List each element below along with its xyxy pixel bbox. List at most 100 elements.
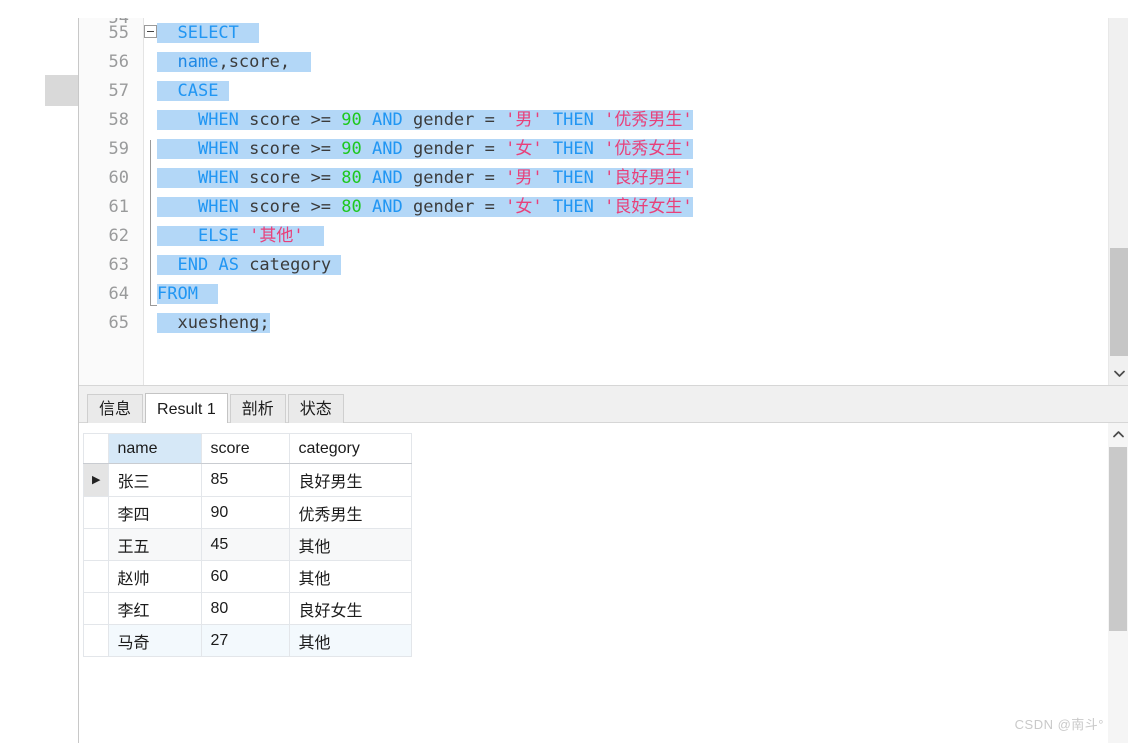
row-header-cell[interactable] bbox=[82, 592, 110, 625]
row-header-corner bbox=[82, 433, 110, 464]
code-token: THEN bbox=[552, 168, 594, 188]
code-token: score bbox=[238, 168, 311, 188]
cell-name[interactable]: 马奇 bbox=[108, 624, 203, 657]
column-header-score[interactable]: score bbox=[201, 433, 291, 464]
code-line[interactable]: 60 WHEN score >= 80 AND gender = '男' THE… bbox=[79, 164, 1128, 193]
table-row[interactable]: 李四 90 优秀男生 bbox=[82, 496, 413, 529]
cell-name[interactable]: 李四 bbox=[108, 496, 203, 529]
code-token: ELSE bbox=[197, 226, 239, 246]
code-token bbox=[494, 168, 506, 188]
cell-category[interactable]: 其他 bbox=[289, 624, 413, 657]
watermark: CSDN @南斗° bbox=[1014, 717, 1104, 732]
column-header-category[interactable]: category bbox=[289, 433, 413, 464]
results-grid[interactable]: name score category ▶ 张三 85 良好男生 李四 90 优秀男生 王五 4… bbox=[82, 433, 413, 657]
cell-score[interactable]: 85 bbox=[201, 463, 291, 497]
results-vertical-scrollbar[interactable] bbox=[1108, 423, 1128, 743]
code-text[interactable]: WHEN score >= 80 AND gender = '女' THEN '… bbox=[157, 193, 693, 222]
code-line[interactable]: 64 FROM bbox=[79, 280, 1128, 309]
code-token: category bbox=[249, 255, 332, 275]
code-token: >= bbox=[310, 197, 332, 217]
current-row-marker[interactable]: ▶ bbox=[82, 463, 110, 497]
row-header-cell[interactable] bbox=[82, 496, 110, 529]
code-text[interactable]: name,score, bbox=[157, 48, 311, 77]
code-text[interactable]: END AS category bbox=[157, 251, 342, 280]
code-lines[interactable]: 54 55 SELECT 56 name,score, 57 CASE 58 WH… bbox=[79, 18, 1128, 385]
table-row[interactable]: ▶ 张三 85 良好男生 bbox=[82, 463, 413, 497]
code-line[interactable]: 57 CASE bbox=[79, 77, 1128, 106]
code-line[interactable]: 65 xuesheng; bbox=[79, 309, 1128, 338]
row-header-cell[interactable] bbox=[82, 560, 110, 593]
line-number: 63 bbox=[108, 255, 129, 275]
code-token bbox=[238, 255, 250, 275]
code-token: AND bbox=[372, 110, 403, 130]
tab-信息[interactable]: 信息 bbox=[87, 394, 144, 424]
code-token: WHEN bbox=[197, 110, 239, 130]
editor-vertical-scrollbar[interactable] bbox=[1108, 18, 1128, 385]
results-grid-body[interactable]: ▶ 张三 85 良好男生 李四 90 优秀男生 王五 45 其他 赵帅 60 其他 李红 80 良好女生 马奇 2… bbox=[82, 463, 413, 657]
results-scrollbar-thumb[interactable] bbox=[1109, 447, 1127, 631]
code-line[interactable]: 61 WHEN score >= 80 AND gender = '女' THE… bbox=[79, 193, 1128, 222]
code-token bbox=[208, 255, 219, 275]
code-token: score bbox=[238, 110, 311, 130]
fold-range-end bbox=[150, 305, 157, 306]
cell-category[interactable]: 其他 bbox=[289, 560, 413, 593]
editor-scrollbar-thumb[interactable] bbox=[1110, 248, 1128, 356]
fold-collapse-icon[interactable] bbox=[144, 25, 157, 38]
code-token: AND bbox=[372, 197, 403, 217]
code-text[interactable]: WHEN score >= 80 AND gender = '男' THEN '… bbox=[157, 164, 693, 193]
code-text[interactable]: WHEN score >= 90 AND gender = '男' THEN '… bbox=[157, 106, 693, 135]
code-text[interactable]: ELSE '其他' bbox=[157, 222, 325, 251]
cell-name[interactable]: 赵帅 bbox=[108, 560, 203, 593]
code-line[interactable]: 56 name,score, bbox=[79, 48, 1128, 77]
code-text[interactable]: CASE bbox=[157, 77, 229, 106]
code-line[interactable]: 55 SELECT bbox=[79, 19, 1128, 48]
code-token: , bbox=[279, 52, 291, 72]
cell-score[interactable]: 60 bbox=[201, 560, 291, 593]
row-header-cell[interactable] bbox=[82, 528, 110, 561]
column-header-name[interactable]: name bbox=[108, 433, 203, 464]
code-line[interactable]: 58 WHEN score >= 90 AND gender = '男' THE… bbox=[79, 106, 1128, 135]
code-token bbox=[157, 313, 178, 333]
tab-状态[interactable]: 状态 bbox=[287, 394, 344, 424]
code-token: = bbox=[484, 197, 495, 217]
code-text[interactable]: SELECT bbox=[157, 19, 260, 48]
tab-Result 1[interactable]: Result 1 bbox=[145, 393, 228, 424]
code-token bbox=[157, 110, 198, 130]
cell-name[interactable]: 李红 bbox=[108, 592, 203, 625]
code-token: name bbox=[177, 52, 219, 72]
code-token: gender bbox=[402, 110, 485, 130]
table-row[interactable]: 王五 45 其他 bbox=[82, 528, 413, 561]
tab-剖析[interactable]: 剖析 bbox=[229, 394, 286, 424]
cell-name[interactable]: 王五 bbox=[108, 528, 203, 561]
sql-editor[interactable]: 54 55 SELECT 56 name,score, 57 CASE 58 WH… bbox=[79, 18, 1128, 385]
chevron-down-icon[interactable] bbox=[1109, 363, 1128, 385]
cell-category[interactable]: 其他 bbox=[289, 528, 413, 561]
code-token bbox=[303, 226, 325, 246]
cell-score[interactable]: 27 bbox=[201, 624, 291, 657]
code-line[interactable]: 62 ELSE '其他' bbox=[79, 222, 1128, 251]
cell-category[interactable]: 良好女生 bbox=[289, 592, 413, 625]
cell-score[interactable]: 80 bbox=[201, 592, 291, 625]
code-line[interactable]: 63 END AS category bbox=[79, 251, 1128, 280]
code-text[interactable]: WHEN score >= 90 AND gender = '女' THEN '… bbox=[157, 135, 693, 164]
code-token: SELECT bbox=[177, 23, 239, 43]
cell-name[interactable]: 张三 bbox=[108, 463, 203, 497]
row-header-cell[interactable] bbox=[82, 624, 110, 657]
results-panel[interactable]: name score category ▶ 张三 85 良好男生 李四 90 优秀男生 王五 4… bbox=[79, 423, 1128, 743]
cell-score[interactable]: 90 bbox=[201, 496, 291, 529]
code-text[interactable]: FROM bbox=[157, 280, 219, 309]
cell-category[interactable]: 良好男生 bbox=[289, 463, 413, 497]
cell-category[interactable]: 优秀男生 bbox=[289, 496, 413, 529]
code-token: 80 bbox=[341, 168, 362, 188]
code-token: >= bbox=[310, 139, 332, 159]
code-text[interactable]: xuesheng; bbox=[157, 309, 270, 338]
code-token: '其他' bbox=[249, 226, 304, 246]
table-row[interactable]: 赵帅 60 其他 bbox=[82, 560, 413, 593]
code-line[interactable]: 59 WHEN score >= 90 AND gender = '女' THE… bbox=[79, 135, 1128, 164]
chevron-up-icon[interactable] bbox=[1108, 423, 1128, 445]
code-token bbox=[593, 197, 605, 217]
table-row[interactable]: 李红 80 良好女生 bbox=[82, 592, 413, 625]
cell-score[interactable]: 45 bbox=[201, 528, 291, 561]
table-row[interactable]: 马奇 27 其他 bbox=[82, 624, 413, 657]
code-token: '男' bbox=[505, 110, 543, 130]
